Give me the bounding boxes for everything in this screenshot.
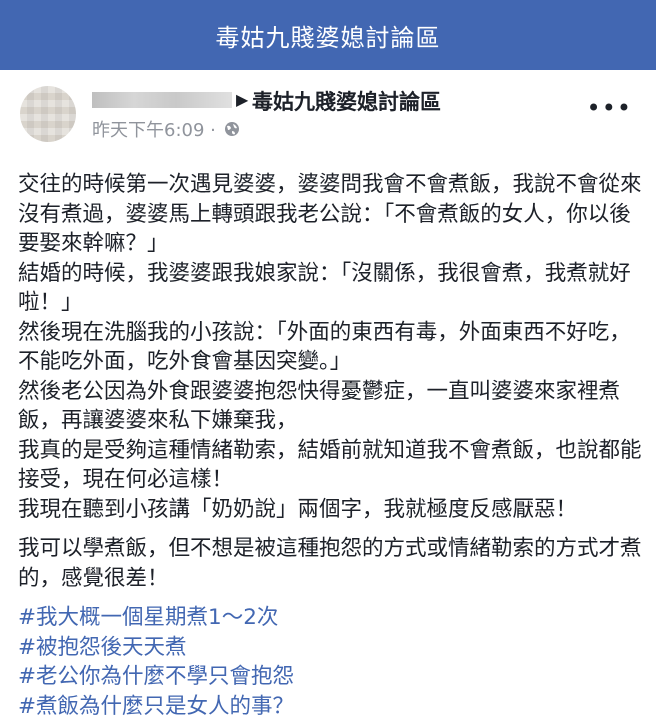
topbar-title: 毒姑九賤婆媳討論區: [216, 18, 441, 53]
post-paragraph: 然後老公因為外食跟婆婆抱怨快得憂鬱症，一直叫婆婆來家裡煮飯，再讓婆婆來私下嫌棄我…: [18, 377, 642, 436]
hashtag-link[interactable]: #老公你為什麼不學只會抱怨: [18, 662, 642, 692]
globe-icon[interactable]: [224, 121, 240, 137]
hashtag-list: #我大概一個星期煮1～2次 #被抱怨後天天煮 #老公你為什麼不學只會抱怨 #煮飯…: [18, 603, 642, 721]
top-bar: 毒姑九賤婆媳討論區: [0, 0, 656, 70]
group-name-link[interactable]: 毒姑九賤婆媳討論區: [252, 86, 441, 116]
author-name-redacted[interactable]: [92, 92, 232, 108]
post-paragraph: 我真的是受夠這種情緒勒索，結婚前就知道我不會煮飯，也說都能接受，現在何必這樣！: [18, 436, 642, 495]
timestamp[interactable]: 昨天下午6:09 ·: [92, 116, 216, 142]
avatar[interactable]: [20, 86, 76, 142]
post-body: 交往的時候第一次遇見婆婆，婆婆問我會不會煮飯，我說不會從來沒有煮過，婆婆馬上轉頭…: [18, 170, 642, 721]
post-paragraph: 結婚的時候，我婆婆跟我娘家說：「沒關係，我很會煮，我煮就好啦！」: [18, 259, 642, 318]
post-paragraph: 然後現在洗腦我的小孩說：「外面的東西有毒，外面東西不好吃，不能吃外面，吃外食會基…: [18, 318, 642, 377]
post-paragraph: 交往的時候第一次遇見婆婆，婆婆問我會不會煮飯，我說不會從來沒有煮過，婆婆馬上轉頭…: [18, 170, 642, 259]
post-paragraph: 我現在聽到小孩講「奶奶說」兩個字，我就極度反感厭惡！: [18, 495, 642, 525]
post-meta: 昨天下午6:09 ·: [92, 116, 240, 142]
hashtag-link[interactable]: #我大概一個星期煮1～2次: [18, 603, 642, 633]
hashtag-link[interactable]: #被抱怨後天天煮: [18, 633, 642, 663]
post-header: ▶ 毒姑九賤婆媳討論區 昨天下午6:09 · •••: [0, 70, 656, 150]
hashtag-link[interactable]: #煮飯為什麼只是女人的事？: [18, 692, 642, 721]
more-options-icon[interactable]: •••: [587, 96, 632, 120]
post-closing: 我可以學煮飯，但不想是被這種抱怨的方式或情緒勒索的方式才煮的，感覺很差！: [18, 534, 642, 593]
right-arrow-icon: ▶: [236, 90, 248, 109]
